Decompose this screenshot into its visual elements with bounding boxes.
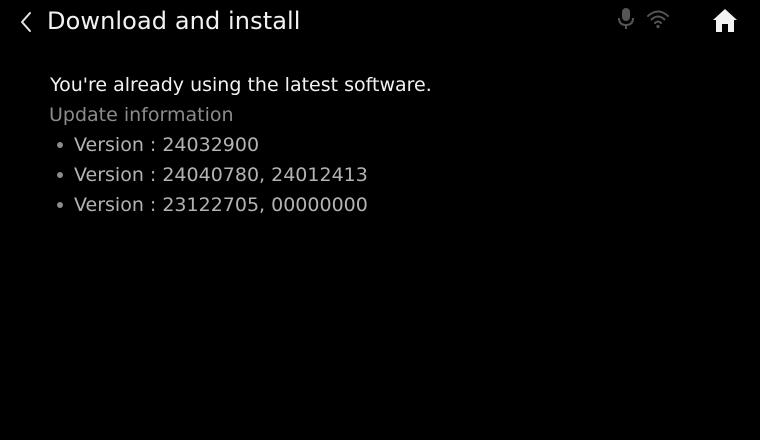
bullet-icon	[57, 142, 63, 148]
header-bar: Download and install	[0, 0, 760, 44]
wifi-icon	[647, 10, 669, 29]
version-item: Version : 24032900	[49, 130, 709, 160]
version-text: Version : 24032900	[74, 134, 260, 156]
version-text: Version : 24040780, 24012413	[74, 164, 368, 186]
status-icons	[616, 7, 670, 31]
main-content: You're already using the latest software…	[49, 70, 709, 220]
version-item: Version : 23122705, 00000000	[49, 190, 709, 220]
bullet-icon	[57, 172, 63, 178]
page-title: Download and install	[47, 7, 301, 35]
home-button[interactable]	[708, 4, 742, 36]
version-text: Version : 23122705, 00000000	[74, 194, 368, 216]
update-information-heading: Update information	[49, 104, 234, 126]
mic-icon	[618, 8, 634, 29]
status-message: You're already using the latest software…	[50, 74, 432, 96]
version-item: Version : 24040780, 24012413	[49, 160, 709, 190]
bullet-icon	[57, 202, 63, 208]
chevron-left-icon	[21, 12, 31, 32]
home-icon	[713, 9, 737, 32]
back-button[interactable]	[12, 8, 40, 36]
version-list: Version : 24032900 Version : 24040780, 2…	[49, 130, 709, 220]
